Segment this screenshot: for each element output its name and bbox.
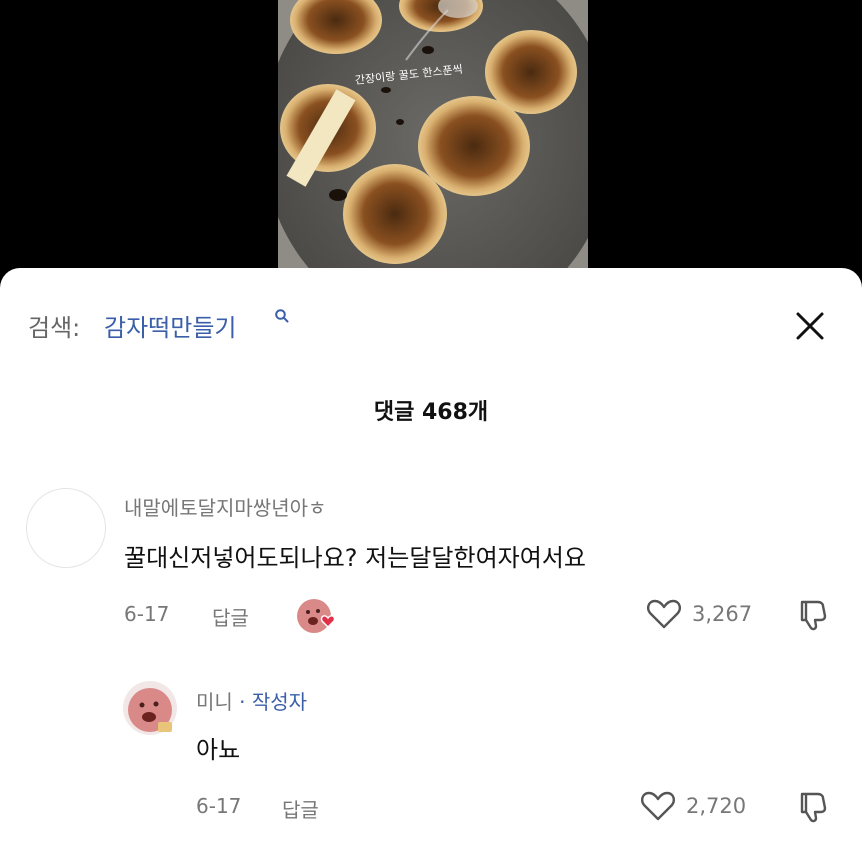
comment-text: 꿀대신저넣어도되나요? 저는달달한여자여서요 (124, 544, 586, 572)
like-count: 3,267 (692, 602, 753, 626)
video-thumbnail-image (278, 0, 588, 290)
close-button[interactable] (790, 306, 830, 346)
reply-username: 미니 · 작성자 (196, 686, 307, 715)
creator-liked-icon (294, 596, 340, 640)
heart-icon[interactable] (646, 598, 682, 634)
close-icon[interactable] (790, 306, 830, 346)
reply-date: 6-17 (196, 794, 242, 818)
heart-icon[interactable] (640, 790, 676, 826)
reply-button[interactable]: 답글 (282, 794, 319, 823)
reply-button[interactable]: 답글 (212, 602, 249, 631)
reply-username-text[interactable]: 미니 (196, 690, 233, 714)
comments-count-title: 댓글 468개 (373, 400, 489, 425)
dislike-icon[interactable] (796, 598, 830, 636)
dislike-icon[interactable] (796, 790, 830, 828)
search-icon[interactable] (274, 308, 290, 328)
comments-sheet: 검색: 감자떡만들기 댓글 468개 내말에토달지마쌍년아ㅎ 꿀대신저넣어도되나… (0, 268, 862, 848)
avatar[interactable] (122, 680, 178, 740)
video-frame[interactable] (278, 0, 588, 290)
avatar[interactable] (26, 488, 106, 568)
like-count: 2,720 (686, 794, 747, 818)
search-label: 검색: (28, 314, 81, 342)
comment-username[interactable]: 내말에토달지마쌍년아ㅎ (124, 492, 326, 521)
search-term-link[interactable]: 감자떡만들기 (104, 308, 236, 343)
author-badge: · 작성자 (239, 690, 308, 714)
video-player[interactable]: 간장이랑 꿀도 한스푼씩 (0, 0, 862, 290)
comment-date: 6-17 (124, 602, 170, 626)
reply-text: 아뇨 (196, 736, 241, 764)
